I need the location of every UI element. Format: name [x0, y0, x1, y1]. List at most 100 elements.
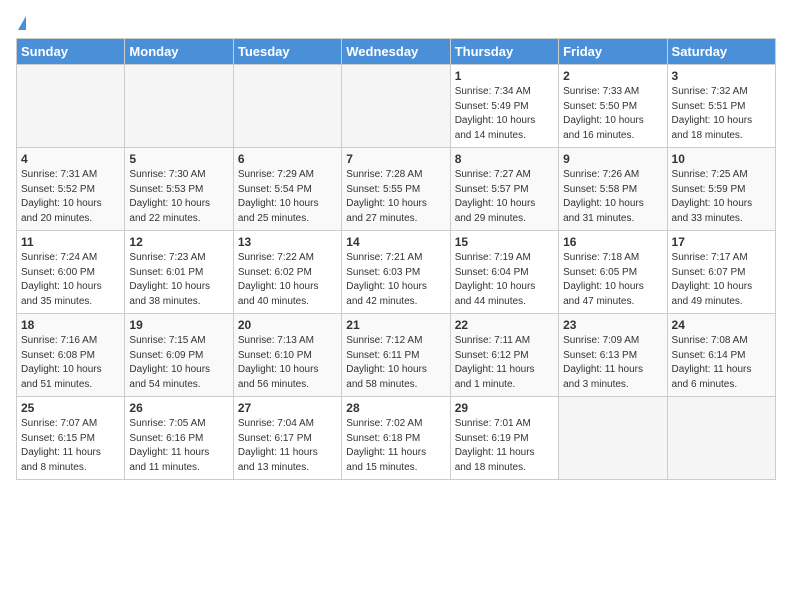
- logo-triangle-icon: [18, 16, 26, 30]
- day-number: 23: [563, 318, 662, 332]
- day-info: Sunrise: 7:12 AM Sunset: 6:11 PM Dayligh…: [346, 334, 445, 392]
- calendar-cell: 1Sunrise: 7:34 AM Sunset: 5:49 PM Daylig…: [450, 65, 558, 148]
- day-number: 29: [455, 401, 554, 415]
- day-number: 27: [238, 401, 337, 415]
- day-info: Sunrise: 7:32 AM Sunset: 5:51 PM Dayligh…: [672, 85, 771, 143]
- calendar-week-row: 4 Sunrise: 7:31 AM Sunset: 5:52 PM Daylig…: [17, 148, 776, 231]
- calendar-header-sunday: Sunday: [17, 39, 125, 65]
- calendar-cell: 16 Sunrise: 7:18 AM Sunset: 6:05 PM Dayli…: [559, 231, 667, 314]
- calendar-cell: 10 Sunrise: 7:25 AM Sunset: 5:59 PM Dayli…: [667, 148, 775, 231]
- day-info: Sunrise: 7:18 AM Sunset: 6:05 PM Dayligh…: [563, 251, 662, 309]
- calendar-week-row: 1Sunrise: 7:34 AM Sunset: 5:49 PM Daylig…: [17, 65, 776, 148]
- day-info: Sunrise: 7:31 AM Sunset: 5:52 PM Dayligh…: [21, 168, 120, 226]
- day-number: 12: [129, 235, 228, 249]
- day-number: 20: [238, 318, 337, 332]
- calendar-header-friday: Friday: [559, 39, 667, 65]
- day-number: 15: [455, 235, 554, 249]
- day-info: Sunrise: 7:22 AM Sunset: 6:02 PM Dayligh…: [238, 251, 337, 309]
- day-number: 7: [346, 152, 445, 166]
- calendar-cell: 13 Sunrise: 7:22 AM Sunset: 6:02 PM Dayli…: [233, 231, 341, 314]
- day-info: Sunrise: 7:34 AM Sunset: 5:49 PM Dayligh…: [455, 85, 554, 143]
- calendar-cell: 12 Sunrise: 7:23 AM Sunset: 6:01 PM Dayli…: [125, 231, 233, 314]
- logo: [16, 16, 26, 30]
- calendar-cell: 18 Sunrise: 7:16 AM Sunset: 6:08 PM Dayli…: [17, 314, 125, 397]
- day-info: Sunrise: 7:01 AM Sunset: 6:19 PM Dayligh…: [455, 417, 554, 475]
- day-number: 10: [672, 152, 771, 166]
- day-number: 4: [21, 152, 120, 166]
- day-info: Sunrise: 7:24 AM Sunset: 6:00 PM Dayligh…: [21, 251, 120, 309]
- day-number: 3: [672, 69, 771, 83]
- calendar-cell: 22 Sunrise: 7:11 AM Sunset: 6:12 PM Dayli…: [450, 314, 558, 397]
- calendar-cell: 25 Sunrise: 7:07 AM Sunset: 6:15 PM Dayli…: [17, 397, 125, 480]
- calendar-cell: 5Sunrise: 7:30 AM Sunset: 5:53 PM Daylig…: [125, 148, 233, 231]
- day-number: 6: [238, 152, 337, 166]
- calendar-cell: [342, 65, 450, 148]
- calendar-cell: 7 Sunrise: 7:28 AM Sunset: 5:55 PM Daylig…: [342, 148, 450, 231]
- calendar-cell: [559, 397, 667, 480]
- day-number: 11: [21, 235, 120, 249]
- calendar-cell: 9Sunrise: 7:26 AM Sunset: 5:58 PM Daylig…: [559, 148, 667, 231]
- calendar-header-saturday: Saturday: [667, 39, 775, 65]
- day-info: Sunrise: 7:11 AM Sunset: 6:12 PM Dayligh…: [455, 334, 554, 392]
- calendar-cell: 23 Sunrise: 7:09 AM Sunset: 6:13 PM Dayli…: [559, 314, 667, 397]
- calendar-table: SundayMondayTuesdayWednesdayThursdayFrid…: [16, 38, 776, 480]
- day-number: 14: [346, 235, 445, 249]
- day-number: 13: [238, 235, 337, 249]
- day-number: 17: [672, 235, 771, 249]
- day-info: Sunrise: 7:09 AM Sunset: 6:13 PM Dayligh…: [563, 334, 662, 392]
- calendar-header-thursday: Thursday: [450, 39, 558, 65]
- day-number: 21: [346, 318, 445, 332]
- day-info: Sunrise: 7:13 AM Sunset: 6:10 PM Dayligh…: [238, 334, 337, 392]
- day-info: Sunrise: 7:21 AM Sunset: 6:03 PM Dayligh…: [346, 251, 445, 309]
- day-info: Sunrise: 7:16 AM Sunset: 6:08 PM Dayligh…: [21, 334, 120, 392]
- calendar-header-wednesday: Wednesday: [342, 39, 450, 65]
- day-number: 28: [346, 401, 445, 415]
- day-info: Sunrise: 7:08 AM Sunset: 6:14 PM Dayligh…: [672, 334, 771, 392]
- day-info: Sunrise: 7:04 AM Sunset: 6:17 PM Dayligh…: [238, 417, 337, 475]
- day-info: Sunrise: 7:07 AM Sunset: 6:15 PM Dayligh…: [21, 417, 120, 475]
- calendar-header-tuesday: Tuesday: [233, 39, 341, 65]
- day-info: Sunrise: 7:26 AM Sunset: 5:58 PM Dayligh…: [563, 168, 662, 226]
- day-info: Sunrise: 7:15 AM Sunset: 6:09 PM Dayligh…: [129, 334, 228, 392]
- calendar-cell: 26Sunrise: 7:05 AM Sunset: 6:16 PM Dayli…: [125, 397, 233, 480]
- calendar-week-row: 11 Sunrise: 7:24 AM Sunset: 6:00 PM Dayli…: [17, 231, 776, 314]
- calendar-week-row: 18 Sunrise: 7:16 AM Sunset: 6:08 PM Dayli…: [17, 314, 776, 397]
- calendar-cell: 15 Sunrise: 7:19 AM Sunset: 6:04 PM Dayli…: [450, 231, 558, 314]
- calendar-header-row: SundayMondayTuesdayWednesdayThursdayFrid…: [17, 39, 776, 65]
- calendar-cell: 28 Sunrise: 7:02 AM Sunset: 6:18 PM Dayli…: [342, 397, 450, 480]
- calendar-cell: [233, 65, 341, 148]
- calendar-week-row: 25 Sunrise: 7:07 AM Sunset: 6:15 PM Dayli…: [17, 397, 776, 480]
- calendar-cell: 11 Sunrise: 7:24 AM Sunset: 6:00 PM Dayli…: [17, 231, 125, 314]
- calendar-cell: 24 Sunrise: 7:08 AM Sunset: 6:14 PM Dayli…: [667, 314, 775, 397]
- calendar-cell: 27 Sunrise: 7:04 AM Sunset: 6:17 PM Dayli…: [233, 397, 341, 480]
- day-number: 19: [129, 318, 228, 332]
- day-info: Sunrise: 7:19 AM Sunset: 6:04 PM Dayligh…: [455, 251, 554, 309]
- day-info: Sunrise: 7:05 AM Sunset: 6:16 PM Dayligh…: [129, 417, 228, 475]
- day-number: 24: [672, 318, 771, 332]
- day-info: Sunrise: 7:29 AM Sunset: 5:54 PM Dayligh…: [238, 168, 337, 226]
- day-info: Sunrise: 7:33 AM Sunset: 5:50 PM Dayligh…: [563, 85, 662, 143]
- day-number: 2: [563, 69, 662, 83]
- day-info: Sunrise: 7:02 AM Sunset: 6:18 PM Dayligh…: [346, 417, 445, 475]
- calendar-cell: [17, 65, 125, 148]
- day-number: 16: [563, 235, 662, 249]
- day-info: Sunrise: 7:25 AM Sunset: 5:59 PM Dayligh…: [672, 168, 771, 226]
- day-number: 22: [455, 318, 554, 332]
- day-number: 8: [455, 152, 554, 166]
- day-info: Sunrise: 7:17 AM Sunset: 6:07 PM Dayligh…: [672, 251, 771, 309]
- calendar-cell: 21 Sunrise: 7:12 AM Sunset: 6:11 PM Dayli…: [342, 314, 450, 397]
- calendar-cell: 4 Sunrise: 7:31 AM Sunset: 5:52 PM Daylig…: [17, 148, 125, 231]
- day-info: Sunrise: 7:28 AM Sunset: 5:55 PM Dayligh…: [346, 168, 445, 226]
- calendar-cell: 20 Sunrise: 7:13 AM Sunset: 6:10 PM Dayli…: [233, 314, 341, 397]
- calendar-cell: 29 Sunrise: 7:01 AM Sunset: 6:19 PM Dayli…: [450, 397, 558, 480]
- calendar-cell: 8Sunrise: 7:27 AM Sunset: 5:57 PM Daylig…: [450, 148, 558, 231]
- day-info: Sunrise: 7:23 AM Sunset: 6:01 PM Dayligh…: [129, 251, 228, 309]
- calendar-cell: [667, 397, 775, 480]
- calendar-cell: 6 Sunrise: 7:29 AM Sunset: 5:54 PM Daylig…: [233, 148, 341, 231]
- calendar-cell: 17 Sunrise: 7:17 AM Sunset: 6:07 PM Dayli…: [667, 231, 775, 314]
- calendar-cell: 14 Sunrise: 7:21 AM Sunset: 6:03 PM Dayli…: [342, 231, 450, 314]
- day-number: 18: [21, 318, 120, 332]
- day-number: 5: [129, 152, 228, 166]
- day-number: 25: [21, 401, 120, 415]
- calendar-cell: [125, 65, 233, 148]
